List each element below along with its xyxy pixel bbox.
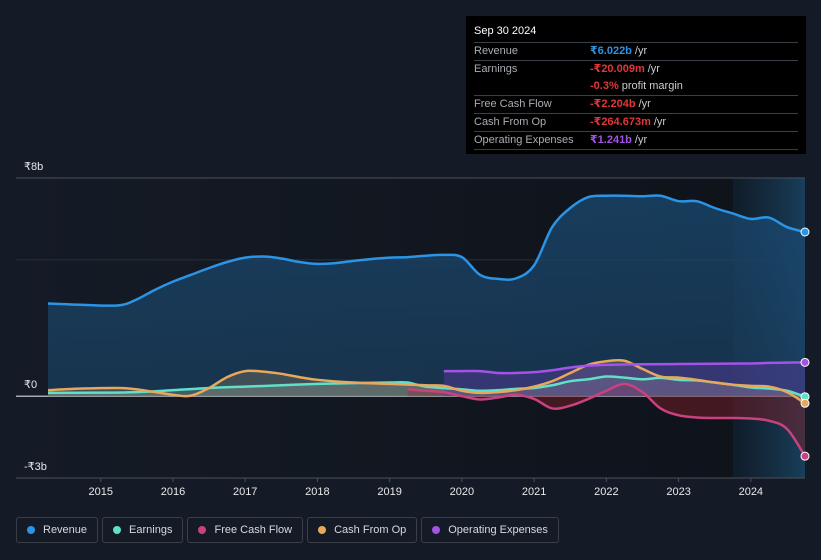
x-tick-label: 2018: [305, 486, 329, 498]
tooltip-label: Revenue: [474, 45, 519, 57]
tooltip-value: -₹20.009m: [590, 63, 645, 75]
legend-label: Cash From Op: [334, 524, 407, 536]
x-tick-label: 2019: [377, 486, 401, 498]
legend-dot-icon: [27, 526, 35, 534]
x-tick-label: 2021: [522, 486, 546, 498]
y-axis-label: -₹3b: [24, 461, 47, 473]
legend-dot-icon: [318, 526, 327, 534]
tooltip-suffix: /yr: [647, 63, 660, 75]
legend-label: Free Cash Flow: [214, 524, 293, 536]
tooltip-row: Earnings -₹20.009m/yr: [474, 60, 798, 78]
tooltip-date: Sep 30 2024: [474, 25, 537, 37]
tooltip-value: -₹264.673m: [590, 116, 651, 128]
legend-item-cash-from-op[interactable]: Cash From Op: [307, 517, 418, 543]
x-tick-label: 2024: [739, 486, 763, 498]
tooltip-label: [474, 78, 590, 95]
tooltip-row: Cash From Op -₹264.673m/yr: [474, 113, 798, 131]
x-tick-label: 2015: [88, 486, 112, 498]
tooltip-row: Free Cash Flow -₹2.204b/yr: [474, 95, 798, 113]
legend-item-earnings[interactable]: Earnings: [102, 517, 184, 543]
tooltip: Sep 30 2024 Revenue ₹6.022b/yr Earnings -₹2…: [466, 16, 806, 154]
tooltip-label: Earnings: [474, 63, 518, 75]
free-cash-flow-endpoint: [800, 451, 810, 461]
tooltip-value: ₹6.022b: [590, 45, 632, 57]
x-tick-label: 2016: [161, 486, 185, 498]
legend-dot-icon: [198, 526, 207, 534]
tooltip-value: -₹2.204b: [590, 98, 636, 110]
x-tick-label: 2017: [233, 486, 257, 498]
x-tick-label: 2022: [594, 486, 618, 498]
legend-label: Revenue: [43, 524, 88, 536]
legend-dot-icon: [113, 526, 122, 534]
tooltip-suffix: /yr: [634, 134, 648, 146]
legend-item-operating-expenses[interactable]: Operating Expenses: [421, 517, 559, 543]
legend: Revenue Earnings Free Cash Flow Cash From O…: [16, 517, 559, 543]
tooltip-suffix: profit margin: [621, 80, 683, 92]
cash-from-op-endpoint: [800, 398, 810, 408]
tooltip-label: Cash From Op: [474, 116, 547, 128]
legend-item-free-cash-flow[interactable]: Free Cash Flow: [187, 517, 304, 543]
y-axis-label: ₹0: [24, 379, 37, 391]
tooltip-row: Revenue ₹6.022b/yr: [474, 42, 798, 60]
tooltip-suffix: /yr: [634, 45, 648, 57]
tooltip-value: -0.3%: [590, 80, 619, 92]
tooltip-value: ₹1.241b: [590, 134, 632, 146]
tooltip-label: Free Cash Flow: [474, 98, 552, 110]
legend-item-revenue[interactable]: Revenue: [16, 517, 99, 543]
tooltip-suffix: /yr: [638, 98, 651, 110]
legend-label: Operating Expenses: [448, 524, 548, 536]
x-tick-label: 2023: [666, 486, 690, 498]
operating-expenses-endpoint: [800, 357, 810, 367]
y-axis-label: ₹8b: [24, 161, 43, 173]
tooltip-label: Operating Expenses: [474, 134, 574, 146]
x-tick-label: 2020: [450, 486, 474, 498]
tooltip-row: -0.3% profit margin: [474, 78, 798, 95]
revenue-endpoint: [800, 227, 810, 237]
legend-dot-icon: [432, 526, 441, 534]
tooltip-suffix: /yr: [653, 116, 667, 128]
tooltip-row: Operating Expenses ₹1.241b/yr: [474, 131, 798, 150]
legend-label: Earnings: [129, 524, 173, 536]
